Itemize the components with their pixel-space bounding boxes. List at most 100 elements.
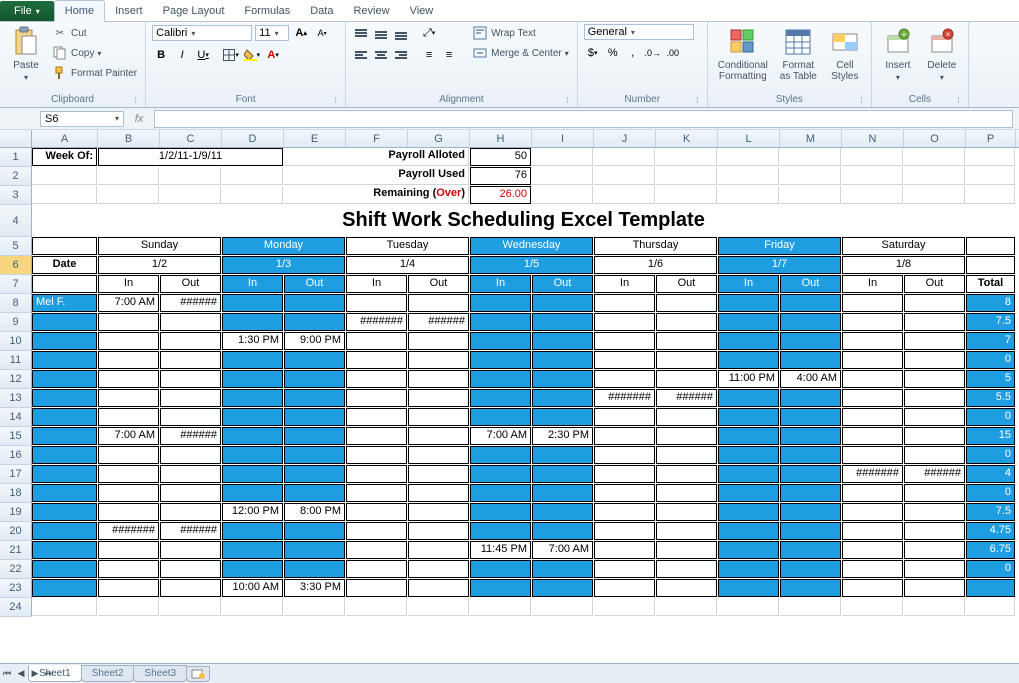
format-painter-button[interactable]: Format Painter [50, 64, 139, 82]
row-header-23[interactable]: 23 [0, 579, 32, 598]
cell[interactable] [32, 389, 97, 407]
cell[interactable]: 26.00 [470, 186, 531, 204]
cell[interactable]: 0 [966, 560, 1015, 578]
cell[interactable] [966, 598, 1015, 616]
col-header-B[interactable]: B [98, 130, 160, 147]
cell[interactable]: 50 [470, 148, 531, 166]
increase-font-icon[interactable]: A▴ [292, 24, 310, 42]
cell[interactable] [780, 332, 841, 350]
cell[interactable]: Thursday [594, 237, 717, 255]
align-top-icon[interactable] [352, 24, 370, 42]
cell[interactable] [842, 503, 903, 521]
cell[interactable] [780, 446, 841, 464]
cell[interactable] [98, 579, 159, 597]
cell[interactable] [780, 484, 841, 502]
cell[interactable] [718, 313, 779, 331]
row-header-11[interactable]: 11 [0, 351, 32, 370]
cell[interactable]: Sunday [98, 237, 221, 255]
cell[interactable] [98, 370, 159, 388]
cell[interactable] [656, 541, 717, 559]
file-tab[interactable]: File [0, 1, 54, 21]
cell[interactable] [718, 522, 779, 540]
row-header-15[interactable]: 15 [0, 427, 32, 446]
worksheet[interactable]: ABCDEFGHIJKLMNOP 12345678910111213141516… [0, 130, 1019, 663]
cell[interactable] [160, 351, 221, 369]
cell[interactable] [532, 579, 593, 597]
cell[interactable] [408, 522, 469, 540]
cell[interactable] [98, 484, 159, 502]
cell[interactable] [98, 389, 159, 407]
cell[interactable]: ####### [346, 313, 407, 331]
prev-sheet-icon[interactable]: ◀ [14, 668, 28, 679]
cell[interactable] [780, 560, 841, 578]
cell[interactable]: Wednesday [470, 237, 593, 255]
cell[interactable] [32, 465, 97, 483]
cell[interactable] [98, 465, 159, 483]
cell[interactable] [594, 503, 655, 521]
cell[interactable]: 1/8 [842, 256, 965, 274]
cell[interactable] [346, 598, 407, 616]
cell[interactable] [32, 579, 97, 597]
cell[interactable] [160, 167, 221, 185]
cell[interactable] [842, 484, 903, 502]
cell[interactable] [594, 598, 655, 616]
cell[interactable] [222, 408, 283, 426]
cut-button[interactable]: ✂Cut [50, 24, 139, 42]
cell[interactable]: 1/4 [346, 256, 469, 274]
cell[interactable] [904, 186, 965, 204]
cell[interactable]: In [842, 275, 903, 293]
cell[interactable] [532, 522, 593, 540]
col-header-K[interactable]: K [656, 130, 718, 147]
cell[interactable] [532, 332, 593, 350]
cell[interactable] [780, 427, 841, 445]
cell[interactable] [222, 313, 283, 331]
cell[interactable] [904, 598, 965, 616]
cell[interactable] [842, 389, 903, 407]
col-header-E[interactable]: E [284, 130, 346, 147]
fill-color-button[interactable]: ▾ [243, 46, 261, 64]
cell[interactable] [470, 294, 531, 312]
cell[interactable] [284, 541, 345, 559]
cell[interactable] [780, 167, 841, 185]
cell[interactable] [842, 332, 903, 350]
cell[interactable] [904, 167, 965, 185]
cell[interactable] [594, 484, 655, 502]
cell[interactable] [346, 427, 407, 445]
cell[interactable]: 6.75 [966, 541, 1015, 559]
cell[interactable] [594, 408, 655, 426]
cell[interactable] [408, 389, 469, 407]
col-header-G[interactable]: G [408, 130, 470, 147]
cell[interactable] [594, 370, 655, 388]
cell[interactable] [222, 560, 283, 578]
cell[interactable] [98, 503, 159, 521]
cell[interactable]: 5.5 [966, 389, 1015, 407]
cell[interactable] [904, 446, 965, 464]
col-header-J[interactable]: J [594, 130, 656, 147]
cell[interactable] [966, 186, 1015, 204]
cell[interactable]: Mel F. [32, 294, 97, 312]
tab-view[interactable]: View [400, 1, 444, 21]
cell[interactable] [470, 446, 531, 464]
currency-icon[interactable]: $▾ [584, 44, 602, 62]
cell[interactable]: 8:00 PM [284, 503, 345, 521]
cell[interactable] [594, 167, 655, 185]
align-left-icon[interactable] [352, 46, 370, 64]
bold-button[interactable]: B [152, 46, 170, 64]
cell[interactable] [780, 598, 841, 616]
row-header-19[interactable]: 19 [0, 503, 32, 522]
select-all-corner[interactable] [0, 130, 32, 147]
row-header-5[interactable]: 5 [0, 237, 32, 256]
cell[interactable] [842, 148, 903, 166]
cell[interactable] [160, 484, 221, 502]
align-bottom-icon[interactable] [392, 24, 410, 42]
tab-data[interactable]: Data [300, 1, 343, 21]
cell[interactable] [532, 389, 593, 407]
cell[interactable] [222, 484, 283, 502]
cell[interactable]: Out [780, 275, 841, 293]
cell[interactable] [780, 579, 841, 597]
cell[interactable] [718, 503, 779, 521]
cell[interactable] [222, 541, 283, 559]
cell[interactable] [408, 446, 469, 464]
cell[interactable] [532, 370, 593, 388]
cell[interactable] [32, 427, 97, 445]
